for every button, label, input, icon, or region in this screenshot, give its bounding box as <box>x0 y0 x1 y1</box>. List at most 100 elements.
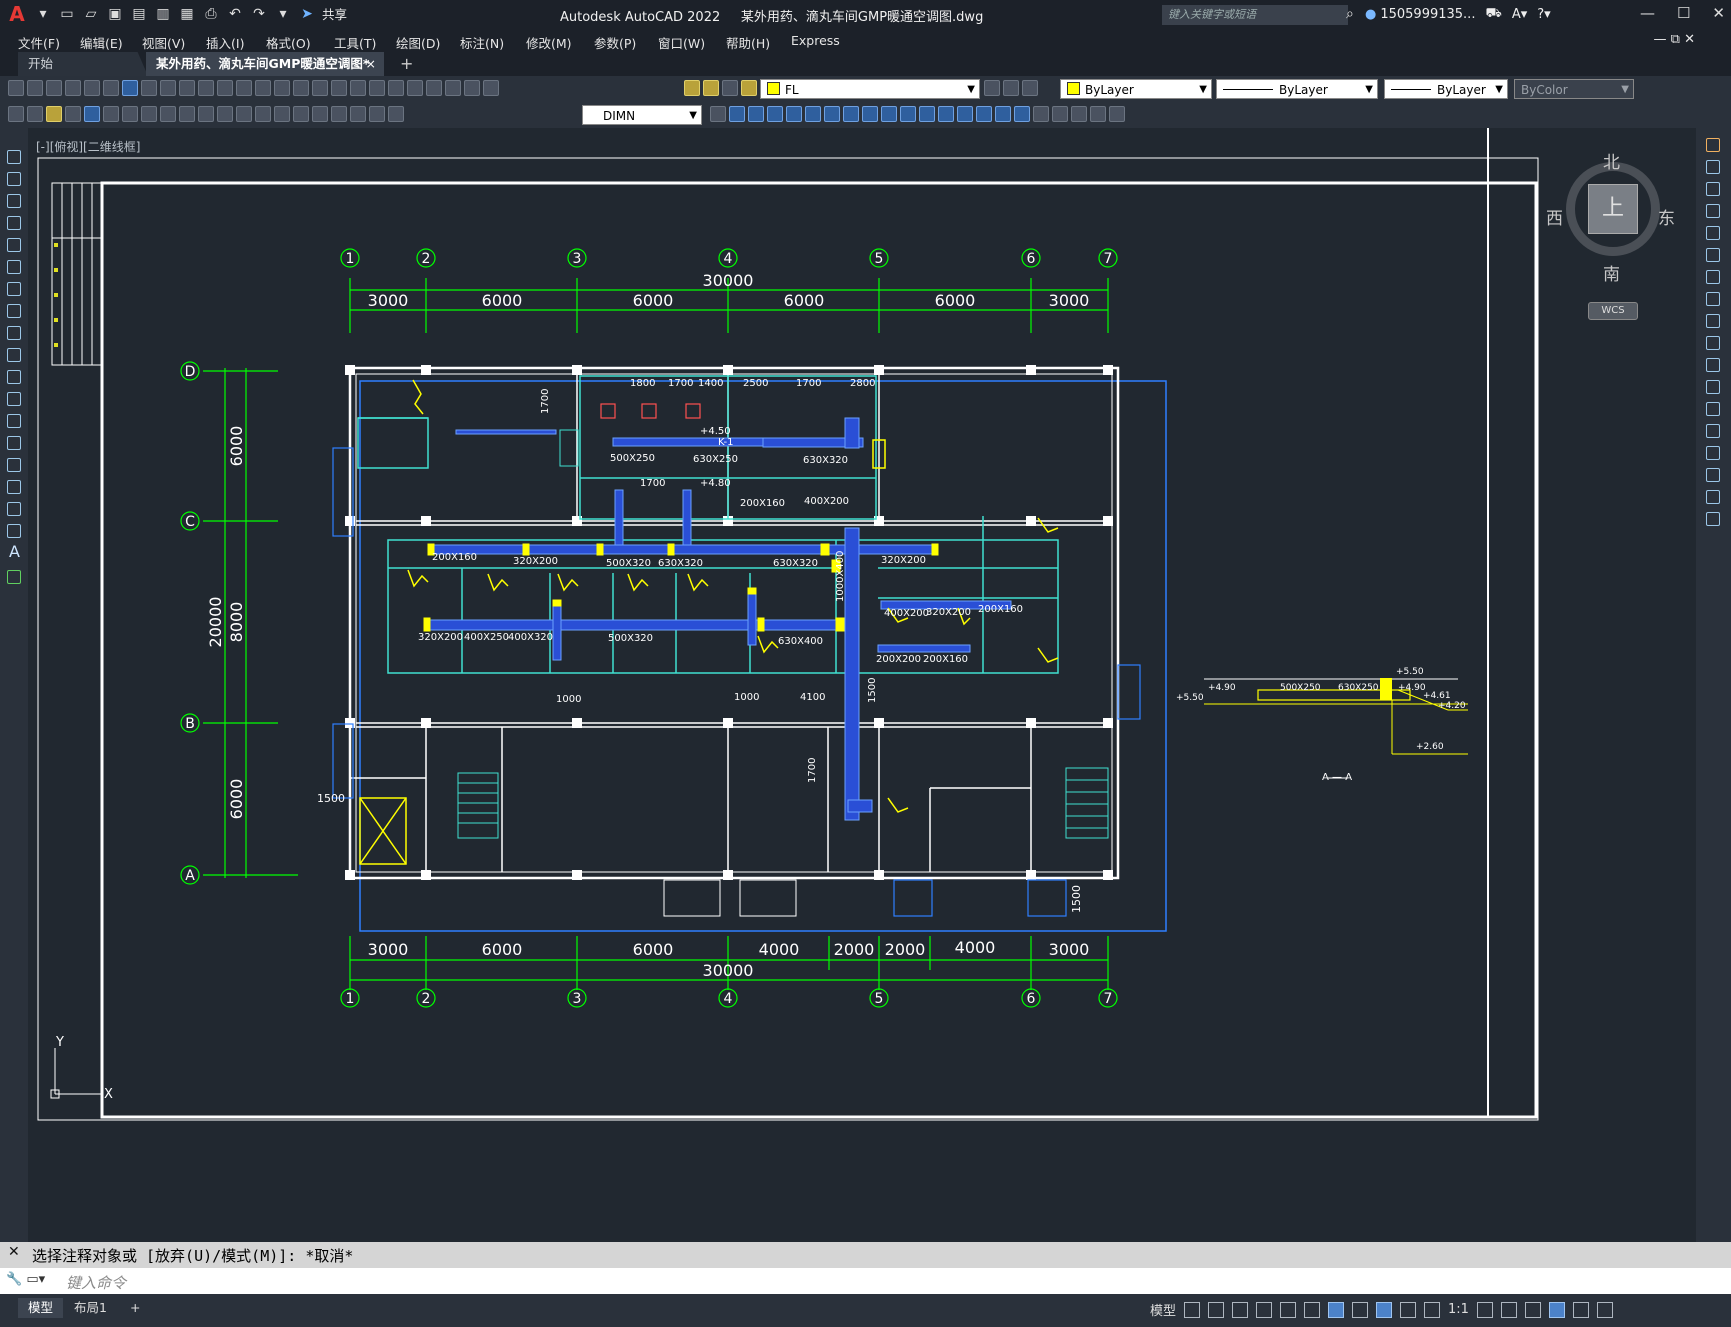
menu-view[interactable]: 视图(V) <box>142 33 185 52</box>
diameter-icon[interactable] <box>122 106 138 122</box>
search-icon[interactable]: ⌕ <box>1346 6 1354 22</box>
insert-block-icon[interactable] <box>7 392 21 406</box>
help-icon[interactable]: ?▾ <box>1537 7 1550 22</box>
break-icon[interactable] <box>938 106 954 122</box>
workspace-dropdown-icon[interactable]: ▾ <box>274 5 292 23</box>
arc-length-icon[interactable] <box>46 106 62 122</box>
bulb-icon[interactable] <box>684 80 700 96</box>
break-point-icon[interactable] <box>1706 380 1720 394</box>
polar-icon[interactable] <box>1256 1301 1273 1318</box>
share-label[interactable]: 共享 <box>322 4 347 23</box>
dim-edit-icon[interactable] <box>331 106 347 122</box>
minimize-icon[interactable]: — <box>1640 4 1655 22</box>
erase-side-icon[interactable] <box>1706 138 1720 152</box>
open-icon[interactable] <box>27 80 43 96</box>
scale-icon[interactable] <box>862 106 878 122</box>
sun-icon[interactable] <box>703 80 719 96</box>
redo-icon[interactable]: ↷ <box>250 5 268 23</box>
viewcube-face-top[interactable]: 上 <box>1588 184 1638 234</box>
compass-south[interactable]: 南 <box>1603 260 1620 285</box>
center-mark-icon[interactable] <box>274 106 290 122</box>
linetype-select[interactable]: ByLayer ▼ <box>1216 79 1378 99</box>
rectangle-icon[interactable] <box>7 238 21 252</box>
move-icon[interactable] <box>824 106 840 122</box>
jogged-icon[interactable] <box>103 106 119 122</box>
match-prop-icon[interactable] <box>198 80 214 96</box>
linear-dim-icon[interactable] <box>8 106 24 122</box>
open-web-icon[interactable]: ▥ <box>154 5 172 23</box>
add-selected-icon[interactable] <box>7 570 21 584</box>
polygon-icon[interactable] <box>7 216 21 230</box>
extend-side-icon[interactable] <box>1706 358 1720 372</box>
chevron-down-icon[interactable]: ▾ <box>34 5 52 23</box>
lineweight-select[interactable]: ByLayer ▼ <box>1384 79 1508 99</box>
chamfer-side-icon[interactable] <box>1706 446 1720 460</box>
compass-north[interactable]: 北 <box>1603 148 1620 173</box>
menu-draw[interactable]: 绘图(D) <box>396 33 440 52</box>
maximize-icon[interactable]: ☐ <box>1677 4 1690 22</box>
command-customize-icon[interactable]: 🔧 ▭▾ <box>6 1272 45 1287</box>
copy-object-icon[interactable] <box>748 106 764 122</box>
fillet-icon[interactable] <box>995 106 1011 122</box>
search-input[interactable]: 键入关键字或短语 <box>1162 5 1348 25</box>
menu-edit[interactable]: 编辑(E) <box>80 33 123 52</box>
tab-layout1[interactable]: 布局1 <box>64 1298 117 1318</box>
table-icon[interactable] <box>7 524 21 538</box>
scale-side-icon[interactable] <box>1706 292 1720 306</box>
stretch-icon[interactable] <box>881 106 897 122</box>
menu-tools[interactable]: 工具(T) <box>334 33 376 52</box>
dim-style-manager-icon[interactable] <box>710 106 726 122</box>
sheet-set-icon[interactable] <box>407 80 423 96</box>
explode-icon[interactable] <box>1014 106 1030 122</box>
isolate-icon[interactable] <box>1524 1301 1541 1318</box>
snap-icon[interactable] <box>1208 1301 1225 1318</box>
gear-icon[interactable] <box>1476 1301 1493 1318</box>
command-input[interactable]: 键入命令 <box>66 1272 126 1293</box>
open-file-icon[interactable]: ▱ <box>82 5 100 23</box>
copy-side-icon[interactable] <box>1706 160 1720 174</box>
save-tool-icon[interactable] <box>46 80 62 96</box>
break-side-icon[interactable] <box>1706 402 1720 416</box>
new-file-icon[interactable]: ▭ <box>58 5 76 23</box>
undo-tool-icon[interactable] <box>236 80 252 96</box>
offset-icon[interactable] <box>786 106 802 122</box>
add-layout-icon[interactable]: + <box>120 1298 150 1318</box>
cart-icon[interactable]: ⛟ <box>1485 6 1501 23</box>
tab-start[interactable]: 开始 <box>18 52 148 76</box>
line-icon[interactable] <box>7 150 21 164</box>
ortho-icon[interactable] <box>1232 1301 1249 1318</box>
arc-icon[interactable] <box>7 260 21 274</box>
spline-icon[interactable] <box>7 326 21 340</box>
print-icon[interactable] <box>65 80 81 96</box>
trim-side-icon[interactable] <box>1706 336 1720 350</box>
menu-express[interactable]: Express <box>791 33 840 48</box>
viewport-freeze-icon[interactable] <box>722 80 738 96</box>
zoom-previous-icon[interactable] <box>331 80 347 96</box>
transparency-icon[interactable] <box>1376 1301 1393 1318</box>
osnap-icon[interactable] <box>1328 1301 1345 1318</box>
tolerance-icon[interactable] <box>255 106 271 122</box>
selection-cycling-icon[interactable] <box>1400 1301 1417 1318</box>
area-icon[interactable] <box>1109 106 1125 122</box>
offset-side-icon[interactable] <box>1706 204 1720 218</box>
viewcube[interactable]: 上 北 南 西 东 <box>1546 152 1675 285</box>
save-as-icon[interactable]: ▤ <box>130 5 148 23</box>
menu-dimension[interactable]: 标注(N) <box>460 33 504 52</box>
qnew-icon[interactable] <box>8 80 24 96</box>
hatch-icon[interactable] <box>7 458 21 472</box>
close-icon[interactable]: ✕ <box>8 1244 20 1260</box>
pan-icon[interactable] <box>274 80 290 96</box>
join-icon[interactable] <box>957 106 973 122</box>
region-icon[interactable] <box>7 502 21 516</box>
rotate-side-icon[interactable] <box>1706 270 1720 284</box>
array-side-icon[interactable] <box>1706 226 1720 240</box>
menu-parametric[interactable]: 参数(P) <box>594 33 636 52</box>
array-icon[interactable] <box>805 106 821 122</box>
copy-icon[interactable] <box>160 80 176 96</box>
publish-icon[interactable] <box>103 80 119 96</box>
jogged-linear-icon[interactable] <box>312 106 328 122</box>
make-current-icon[interactable] <box>984 80 1000 96</box>
osnap-tracking-icon[interactable] <box>1304 1301 1321 1318</box>
compass-west[interactable]: 西 <box>1546 204 1563 229</box>
blend-curves-icon[interactable] <box>1706 490 1720 504</box>
